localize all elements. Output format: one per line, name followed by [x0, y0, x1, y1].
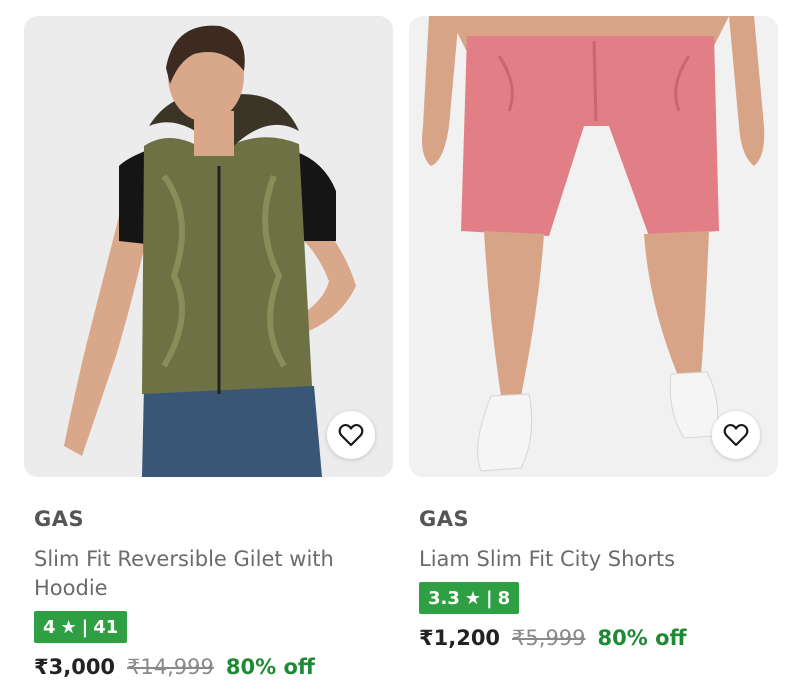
brand-name: GAS: [419, 507, 470, 531]
wishlist-button[interactable]: [327, 411, 375, 459]
product-image[interactable]: [409, 16, 778, 477]
heart-outline-icon: [723, 423, 749, 447]
rating-value: 4: [43, 616, 56, 638]
product-info: GAS Slim Fit Reversible Gilet with Hoodi…: [24, 507, 393, 679]
rating-count: 8: [497, 587, 511, 609]
product-info: GAS Liam Slim Fit City Shorts 3.3 ★ | 8 …: [409, 507, 778, 650]
rating-badge: 4 ★ | 41: [34, 611, 128, 643]
discount-label: 80% off: [597, 626, 687, 650]
product-photo: [24, 16, 393, 477]
product-title[interactable]: Liam Slim Fit City Shorts: [419, 545, 759, 574]
brand-name: GAS: [34, 507, 85, 531]
product-card[interactable]: GAS Slim Fit Reversible Gilet with Hoodi…: [24, 16, 393, 679]
heart-outline-icon: [338, 423, 364, 447]
rating-count: 41: [93, 616, 119, 638]
discount-label: 80% off: [225, 655, 315, 679]
product-grid: GAS Slim Fit Reversible Gilet with Hoodi…: [0, 0, 800, 699]
product-card[interactable]: GAS Liam Slim Fit City Shorts 3.3 ★ | 8 …: [409, 16, 778, 650]
price-row: ₹3,000 ₹14,999 80% off: [34, 655, 393, 679]
rating-badge: 3.3 ★ | 8: [419, 582, 520, 614]
original-price: ₹14,999: [127, 655, 214, 679]
wishlist-button[interactable]: [712, 411, 760, 459]
star-icon: ★: [60, 616, 77, 638]
selling-price: ₹1,200: [419, 626, 501, 650]
rating-value: 3.3: [428, 587, 460, 609]
product-image[interactable]: [24, 16, 393, 477]
product-photo: [409, 16, 778, 477]
original-price: ₹5,999: [512, 626, 586, 650]
selling-price: ₹3,000: [34, 655, 116, 679]
price-row: ₹1,200 ₹5,999 80% off: [419, 626, 778, 650]
rating-separator: |: [81, 616, 89, 638]
rating-separator: |: [486, 587, 493, 609]
star-icon: ★: [464, 587, 482, 609]
product-title[interactable]: Slim Fit Reversible Gilet with Hoodie: [34, 545, 374, 603]
